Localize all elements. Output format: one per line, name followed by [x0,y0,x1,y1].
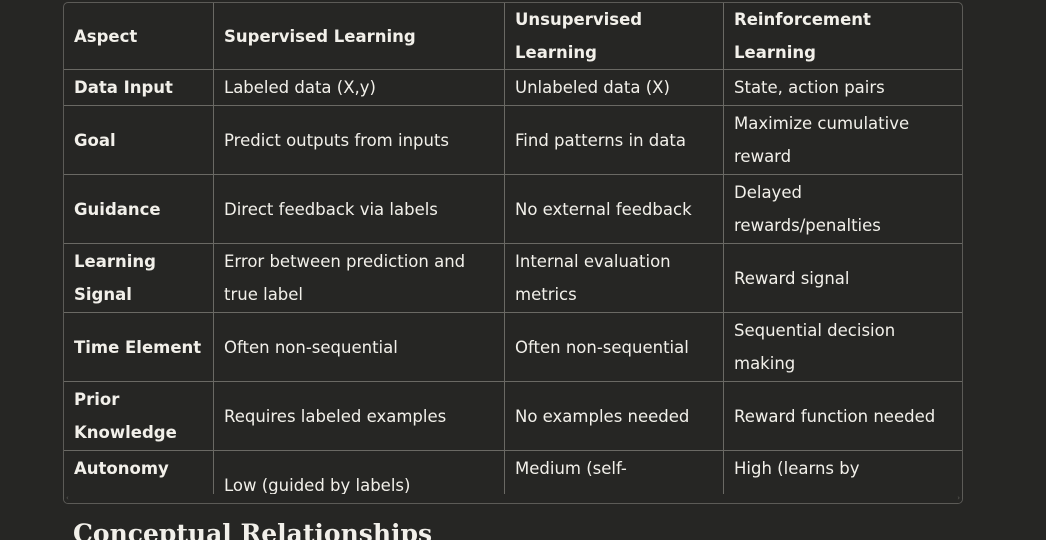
column-header-unsupervised: Unsupervised Learning [504,3,724,70]
row-label: Learning Signal [64,243,214,313]
row-label: Time Element [64,312,214,382]
column-header-supervised: Supervised Learning [213,3,505,70]
column-header-reinforcement: Reinforcement Learning [723,3,962,70]
table-row: Guidance Direct feedback via labels No e… [64,174,962,244]
table-cell: Delayed rewards/penalties [723,174,962,244]
table-cell: Internal evaluation metrics [504,243,724,313]
row-label: Data Input [64,69,214,106]
table-cell: Requires labeled examples [213,381,505,451]
scroll-right-icon[interactable]: › [957,494,960,502]
table-cell: Unlabeled data (X) [504,69,724,106]
table-cell: Sequential decision making [723,312,962,382]
comparison-table: Aspect Supervised Learning Unsupervised … [64,3,962,503]
table-cell: Often non-sequential [504,312,724,382]
table-cell: State, action pairs [723,69,962,106]
table-cell: No examples needed [504,381,724,451]
table-row: Time Element Often non-sequential Often … [64,312,962,382]
column-header-aspect: Aspect [64,3,214,70]
table-row: Data Input Labeled data (X,y) Unlabeled … [64,69,962,106]
table-cell: Maximize cumulative reward [723,105,962,175]
table-cell: Error between prediction and true label [213,243,505,313]
table-cell: Predict outputs from inputs [213,105,505,175]
table-cell: Often non-sequential [213,312,505,382]
table-cell: Reward signal [723,243,962,313]
row-label: Prior Knowledge [64,381,214,451]
table-row: Prior Knowledge Requires labeled example… [64,381,962,451]
page: Aspect Supervised Learning Unsupervised … [0,0,1046,540]
section-heading: Conceptual Relationships [73,519,433,540]
scroll-left-icon[interactable]: ‹ [66,494,69,502]
table-header-row: Aspect Supervised Learning Unsupervised … [64,3,962,70]
row-label: Goal [64,105,214,175]
table-cell: No external feedback [504,174,724,244]
table-cell: Direct feedback via labels [213,174,505,244]
table-cell: Find patterns in data [504,105,724,175]
horizontal-scrollbar[interactable]: ‹ › [64,494,962,503]
table-container: Aspect Supervised Learning Unsupervised … [63,2,963,504]
row-label: Guidance [64,174,214,244]
table-row: Goal Predict outputs from inputs Find pa… [64,105,962,175]
table-cell: Reward function needed [723,381,962,451]
table-cell: Labeled data (X,y) [213,69,505,106]
table-row: Learning Signal Error between prediction… [64,243,962,313]
